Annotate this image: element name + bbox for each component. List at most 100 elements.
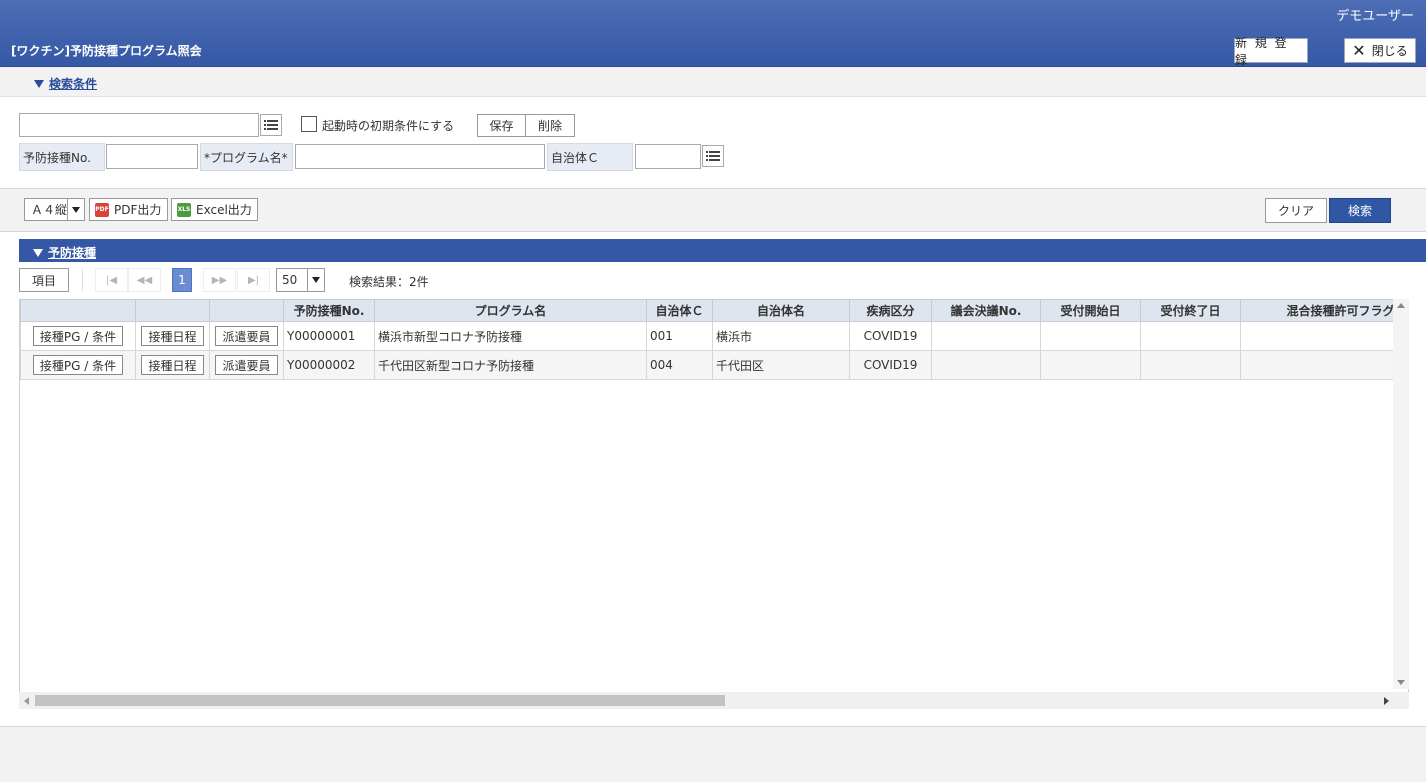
column-header-mixed-flag[interactable]: 混合接種許可フラグ <box>1240 299 1408 322</box>
row-action-cell: 接種PG / 条件 <box>20 350 136 380</box>
column-header[interactable] <box>135 299 210 322</box>
search-label: 検索 <box>1347 204 1372 218</box>
column-header-start-date[interactable]: 受付開始日 <box>1040 299 1141 322</box>
horizontal-scroll-thumb[interactable] <box>35 695 725 706</box>
new-register-label: 新 規 登 録 <box>1235 35 1289 67</box>
last-page-icon[interactable]: ▶| <box>237 268 270 292</box>
excel-output-label: Excel出力 <box>196 203 252 217</box>
pdf-output-button[interactable]: PDF PDF出力 <box>89 198 168 221</box>
close-button[interactable]: ✕ 閉じる <box>1344 38 1416 63</box>
results-grid: 予防接種No. プログラム名 自治体Ｃ 自治体名 疾病区分 議会決議No. 受付… <box>19 299 1409 709</box>
row-action-cell: 接種日程 <box>135 350 210 380</box>
horizontal-scrollbar[interactable] <box>19 692 1393 709</box>
new-register-button[interactable]: 新 規 登 録 <box>1234 36 1308 67</box>
search-conditions-panel: 起動時の初期条件にする 保存 削除 予防接種No. *プログラム名* 自治体Ｃ <box>0 97 1426 189</box>
cell-municipality-name: 横浜市 <box>712 321 850 351</box>
search-conditions-header: 検索条件 <box>0 67 1426 97</box>
vertical-scrollbar[interactable] <box>1393 299 1409 689</box>
scroll-up-icon[interactable] <box>1397 303 1405 308</box>
schedule-button[interactable]: 接種日程 <box>141 326 204 346</box>
preset-condition-input[interactable] <box>19 113 259 137</box>
results-header: 予防接種 <box>19 239 1426 262</box>
pager-divider <box>82 269 83 291</box>
results-section-label: 予防接種 <box>48 246 97 260</box>
column-header-vaccination-no[interactable]: 予防接種No. <box>283 299 375 322</box>
cell-municipality-code: 004 <box>646 350 713 380</box>
column-header-municipality-code[interactable]: 自治体Ｃ <box>646 299 713 322</box>
program-name-input[interactable] <box>295 144 545 169</box>
results-toggle[interactable]: 予防接種 <box>33 244 96 261</box>
search-conditions-toggle[interactable]: 検索条件 <box>34 75 97 92</box>
delete-label: 削除 <box>537 119 562 133</box>
cell-disease: COVID19 <box>849 350 932 380</box>
current-page-button[interactable]: 1 <box>172 268 192 292</box>
cell-municipality-code: 001 <box>646 321 713 351</box>
preset-list-button[interactable] <box>260 114 282 136</box>
cell-end-date <box>1140 350 1241 380</box>
table-row[interactable]: 接種PG / 条件 接種日程 派遣要員 Y00000001 横浜市新型コロナ予防… <box>20 321 1408 351</box>
column-header[interactable] <box>209 299 284 322</box>
search-conditions-label: 検索条件 <box>49 77 98 91</box>
search-button[interactable]: 検索 <box>1329 198 1391 223</box>
scroll-left-icon[interactable] <box>24 697 29 705</box>
table-header-row: 予防接種No. プログラム名 自治体Ｃ 自治体名 疾病区分 議会決議No. 受付… <box>20 299 1408 322</box>
cell-municipality-name: 千代田区 <box>712 350 850 380</box>
row-action-cell: 派遣要員 <box>209 321 284 351</box>
chevron-down-icon <box>307 269 324 291</box>
cell-program-name: 横浜市新型コロナ予防接種 <box>374 321 647 351</box>
next-page-icon[interactable]: ▶▶ <box>203 268 236 292</box>
cell-resolution-no <box>931 321 1041 351</box>
default-condition-checkbox[interactable] <box>301 116 317 132</box>
cell-end-date <box>1140 321 1241 351</box>
close-icon: ✕ <box>1352 40 1366 60</box>
column-items-button[interactable]: 項目 <box>19 268 69 292</box>
table-row[interactable]: 接種PG / 条件 接種日程 派遣要員 Y00000002 千代田区新型コロナ予… <box>20 350 1408 380</box>
vaccination-no-input[interactable] <box>106 144 198 169</box>
municipality-code-label-text: 自治体Ｃ <box>551 150 600 165</box>
column-header-end-date[interactable]: 受付終了日 <box>1140 299 1241 322</box>
column-header[interactable] <box>20 299 136 322</box>
cell-start-date <box>1040 350 1141 380</box>
staff-button[interactable]: 派遣要員 <box>215 326 278 346</box>
vaccination-no-label-text: 予防接種No. <box>23 150 91 165</box>
user-name[interactable]: デモユーザー <box>1336 5 1414 24</box>
schedule-button[interactable]: 接種日程 <box>141 355 204 375</box>
vaccination-pg-button[interactable]: 接種PG / 条件 <box>32 355 124 375</box>
first-page-icon[interactable]: |◀ <box>95 268 128 292</box>
delete-condition-button[interactable]: 削除 <box>525 114 575 137</box>
list-icon <box>264 120 278 130</box>
prev-page-icon[interactable]: ◀◀ <box>128 268 161 292</box>
municipality-code-input[interactable] <box>635 144 701 169</box>
pdf-output-label: PDF出力 <box>114 203 162 217</box>
default-condition-label: 起動時の初期条件にする <box>322 119 455 133</box>
clear-button[interactable]: クリア <box>1265 198 1327 223</box>
page-footer <box>0 726 1426 782</box>
municipality-list-button[interactable] <box>702 145 724 167</box>
staff-button[interactable]: 派遣要員 <box>215 355 278 375</box>
column-header-municipality-name[interactable]: 自治体名 <box>712 299 850 322</box>
excel-output-button[interactable]: XLS Excel出力 <box>171 198 258 221</box>
pager: 項目 |◀ ◀◀ 1 ▶▶ ▶| 50 検索結果：2件 <box>19 267 1409 294</box>
column-header-disease[interactable]: 疾病区分 <box>849 299 932 322</box>
output-toolbar: Ａ４縦 PDF PDF出力 XLS Excel出力 クリア 検索 <box>0 189 1426 232</box>
save-condition-button[interactable]: 保存 <box>477 114 526 137</box>
page-size-value: 50 <box>282 273 298 287</box>
cell-disease: COVID19 <box>849 321 932 351</box>
row-action-cell: 接種日程 <box>135 321 210 351</box>
scroll-right-icon[interactable] <box>1384 697 1389 705</box>
page-title: [ワクチン]予防接種プログラム照会 <box>11 44 202 58</box>
program-name-label-text: *プログラム名* <box>204 150 288 165</box>
excel-icon: XLS <box>177 202 191 217</box>
scroll-down-icon[interactable] <box>1397 680 1405 685</box>
vaccination-no-label: 予防接種No. <box>19 143 105 171</box>
paper-size-select[interactable]: Ａ４縦 <box>24 198 85 221</box>
result-count: 検索結果：2件 <box>349 275 429 289</box>
save-label: 保存 <box>489 119 514 133</box>
vaccination-pg-button[interactable]: 接種PG / 条件 <box>32 326 124 346</box>
scrollbar-corner <box>1393 692 1409 709</box>
column-header-program-name[interactable]: プログラム名 <box>374 299 647 322</box>
page-size-select[interactable]: 50 <box>276 268 325 292</box>
cell-mixed-flag <box>1240 321 1408 351</box>
column-header-resolution-no[interactable]: 議会決議No. <box>931 299 1041 322</box>
pdf-icon: PDF <box>95 202 109 217</box>
